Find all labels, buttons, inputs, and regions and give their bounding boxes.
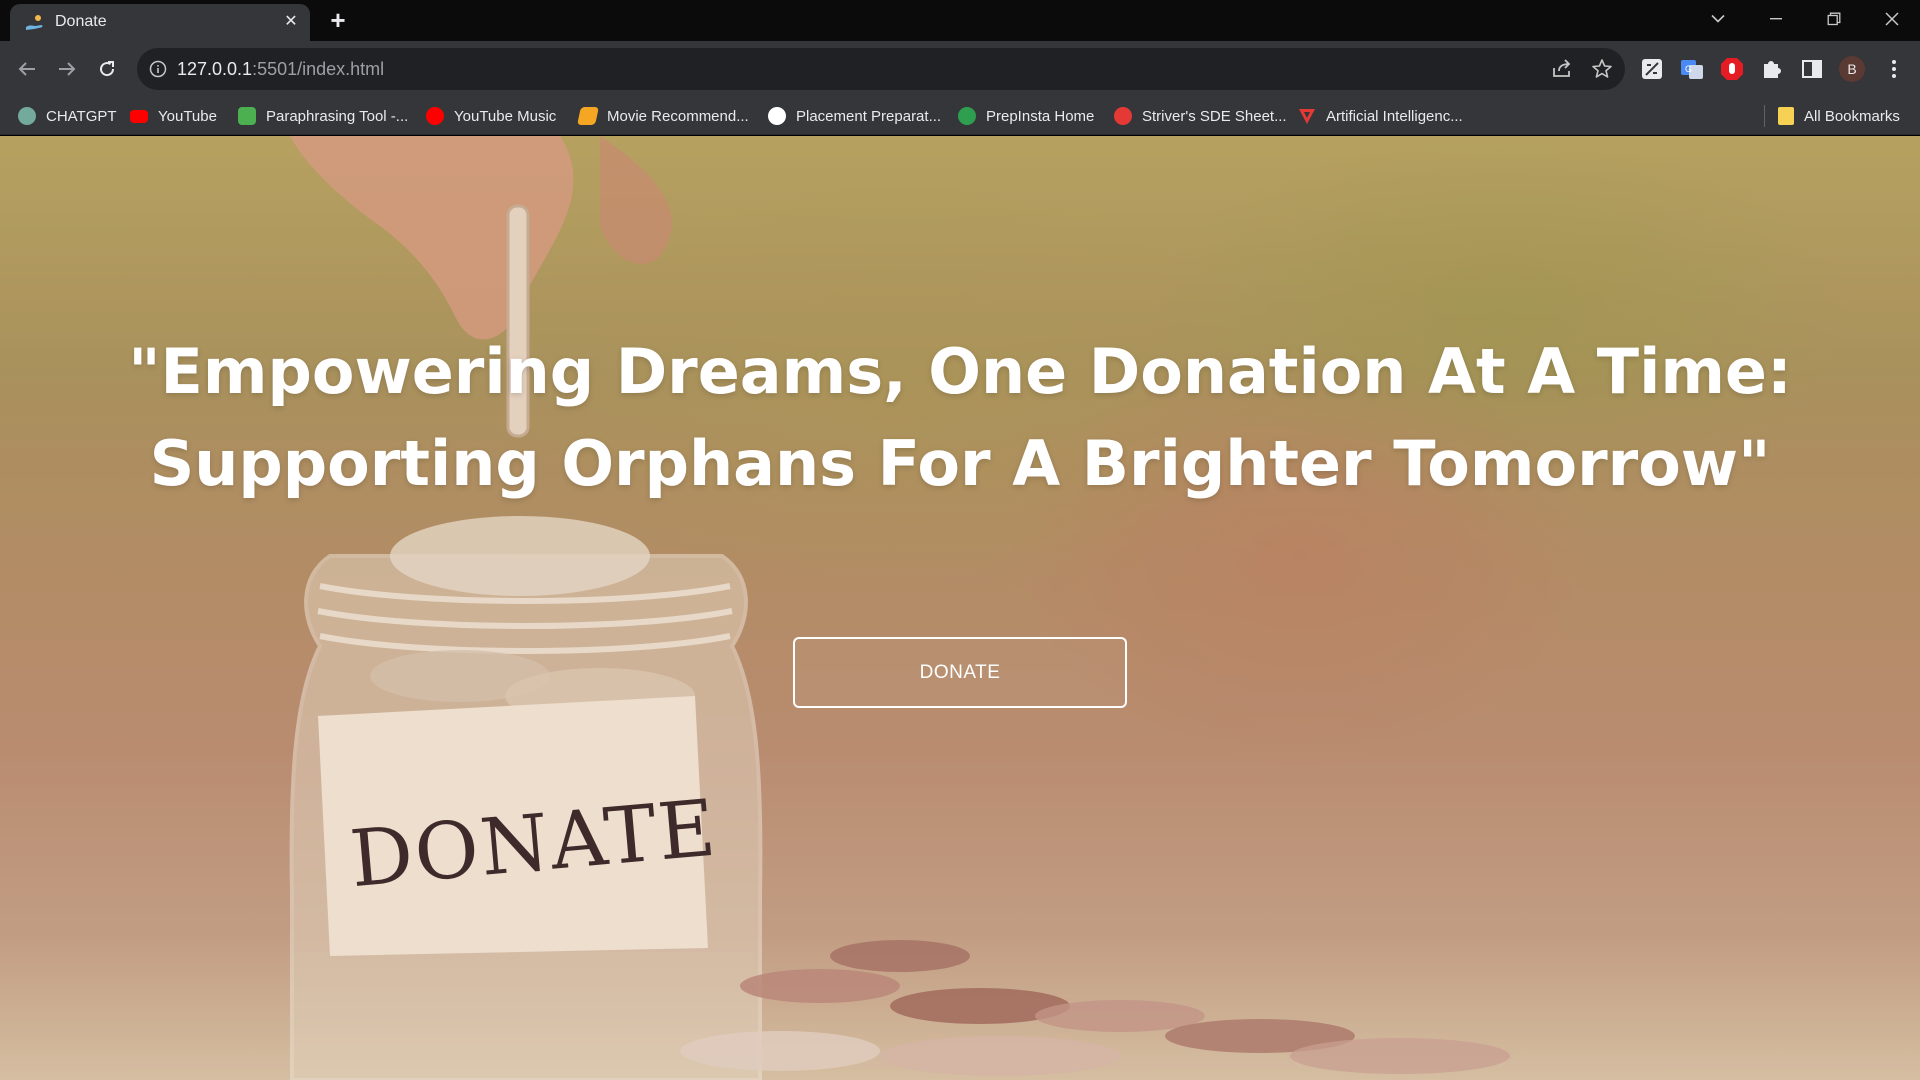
all-bookmarks-label: All Bookmarks [1804,107,1900,125]
bookmark-chatgpt[interactable]: CHATGPT [18,97,117,135]
site-info-icon[interactable] [149,60,167,78]
minimize-icon[interactable] [1748,0,1804,38]
reload-icon [100,61,115,77]
back-button[interactable] [11,53,43,85]
bookmark-movie-recommend[interactable]: Movie Recommend... [577,97,749,135]
browser-toolbar: 127.0.0.1:5501/index.html G B [0,41,1920,97]
page-compare-icon[interactable] [1638,55,1666,83]
extensions-puzzle-icon[interactable] [1758,55,1786,83]
tuf-icon [1114,107,1132,125]
placement-icon [768,107,786,125]
hero-headline: "Empowering Dreams, One Donation At A Ti… [120,326,1800,510]
share-icon[interactable] [1550,57,1574,81]
close-icon[interactable] [1864,0,1920,38]
youtube-icon [130,109,148,123]
hero-section: DONATE "Empowering Dreams, One Donation … [0,136,1920,1080]
reload-button[interactable] [91,53,123,85]
bookmark-label: Placement Preparat... [796,107,942,125]
tab-title: Donate [55,13,107,30]
bookmark-strivers-sde-sheet[interactable]: Striver's SDE Sheet... [1114,97,1287,135]
url-host: 127.0.0.1 [177,59,253,79]
bookmark-artificial-intelligence[interactable]: Artificial Intelligenc... [1298,97,1463,135]
bookmark-youtube-music[interactable]: YouTube Music [426,97,556,135]
bookmark-prepinsta[interactable]: PrepInsta Home [958,97,1094,135]
arrow-left-icon [18,62,35,76]
google-translate-icon[interactable]: G [1678,55,1706,83]
bookmark-label: Striver's SDE Sheet... [1142,107,1287,125]
quillbot-icon [238,107,256,125]
donation-jar-background-image [0,136,1920,1080]
chatgpt-icon [18,107,36,125]
bookmark-star-icon[interactable] [1590,57,1614,81]
movie-icon [577,107,599,125]
youtube-music-icon [426,107,444,125]
bookmark-label: Artificial Intelligenc... [1326,107,1463,125]
hero-headline-line-1: "Empowering Dreams, One Donation At A Ti… [128,335,1792,408]
restore-icon[interactable] [1806,0,1862,38]
forward-button[interactable] [51,53,83,85]
bookmark-youtube[interactable]: YouTube [130,97,217,135]
bookmark-label: PrepInsta Home [986,107,1095,125]
all-bookmarks-button[interactable]: All Bookmarks [1778,97,1900,135]
bookmark-label: Paraphrasing Tool -... [266,107,409,125]
bookmarks-bar: CHATGPT YouTube Paraphrasing Tool -... Y… [0,97,1920,135]
url-text[interactable]: 127.0.0.1:5501/index.html [177,59,384,80]
bookmark-label: CHATGPT [46,107,117,125]
url-path: :5501/index.html [252,59,385,79]
adblock-icon[interactable] [1718,55,1746,83]
profile-avatar[interactable]: B [1839,56,1865,82]
bookmark-label: Movie Recommend... [607,107,749,125]
bookmark-label: YouTube Music [454,107,557,125]
hero-headline-line-2: Supporting Orphans For A Brighter Tomorr… [149,427,1771,500]
ai-icon [1299,109,1315,124]
svg-text:G: G [1685,64,1692,74]
bookmarks-separator [1764,105,1765,127]
hand-coin-icon [26,15,43,30]
browser-title-bar: Donate ✕ + [0,0,1920,41]
tab-close-icon[interactable]: ✕ [280,11,302,33]
new-tab-button[interactable]: + [325,7,351,34]
bookmark-label: YouTube [158,107,217,125]
more-menu-icon[interactable] [1880,55,1908,83]
folder-icon [1778,107,1794,125]
browser-tab[interactable]: Donate ✕ [10,4,310,41]
prepinsta-icon [958,107,976,125]
arrow-right-icon [59,62,76,76]
address-bar[interactable]: 127.0.0.1:5501/index.html [137,48,1625,90]
side-panel-icon[interactable] [1798,55,1826,83]
bookmark-placement-preparation[interactable]: Placement Preparat... [768,97,941,135]
tab-search-icon[interactable] [1690,0,1746,38]
bookmark-paraphrasing-tool[interactable]: Paraphrasing Tool -... [238,97,408,135]
donate-button[interactable]: DONATE [793,637,1127,708]
